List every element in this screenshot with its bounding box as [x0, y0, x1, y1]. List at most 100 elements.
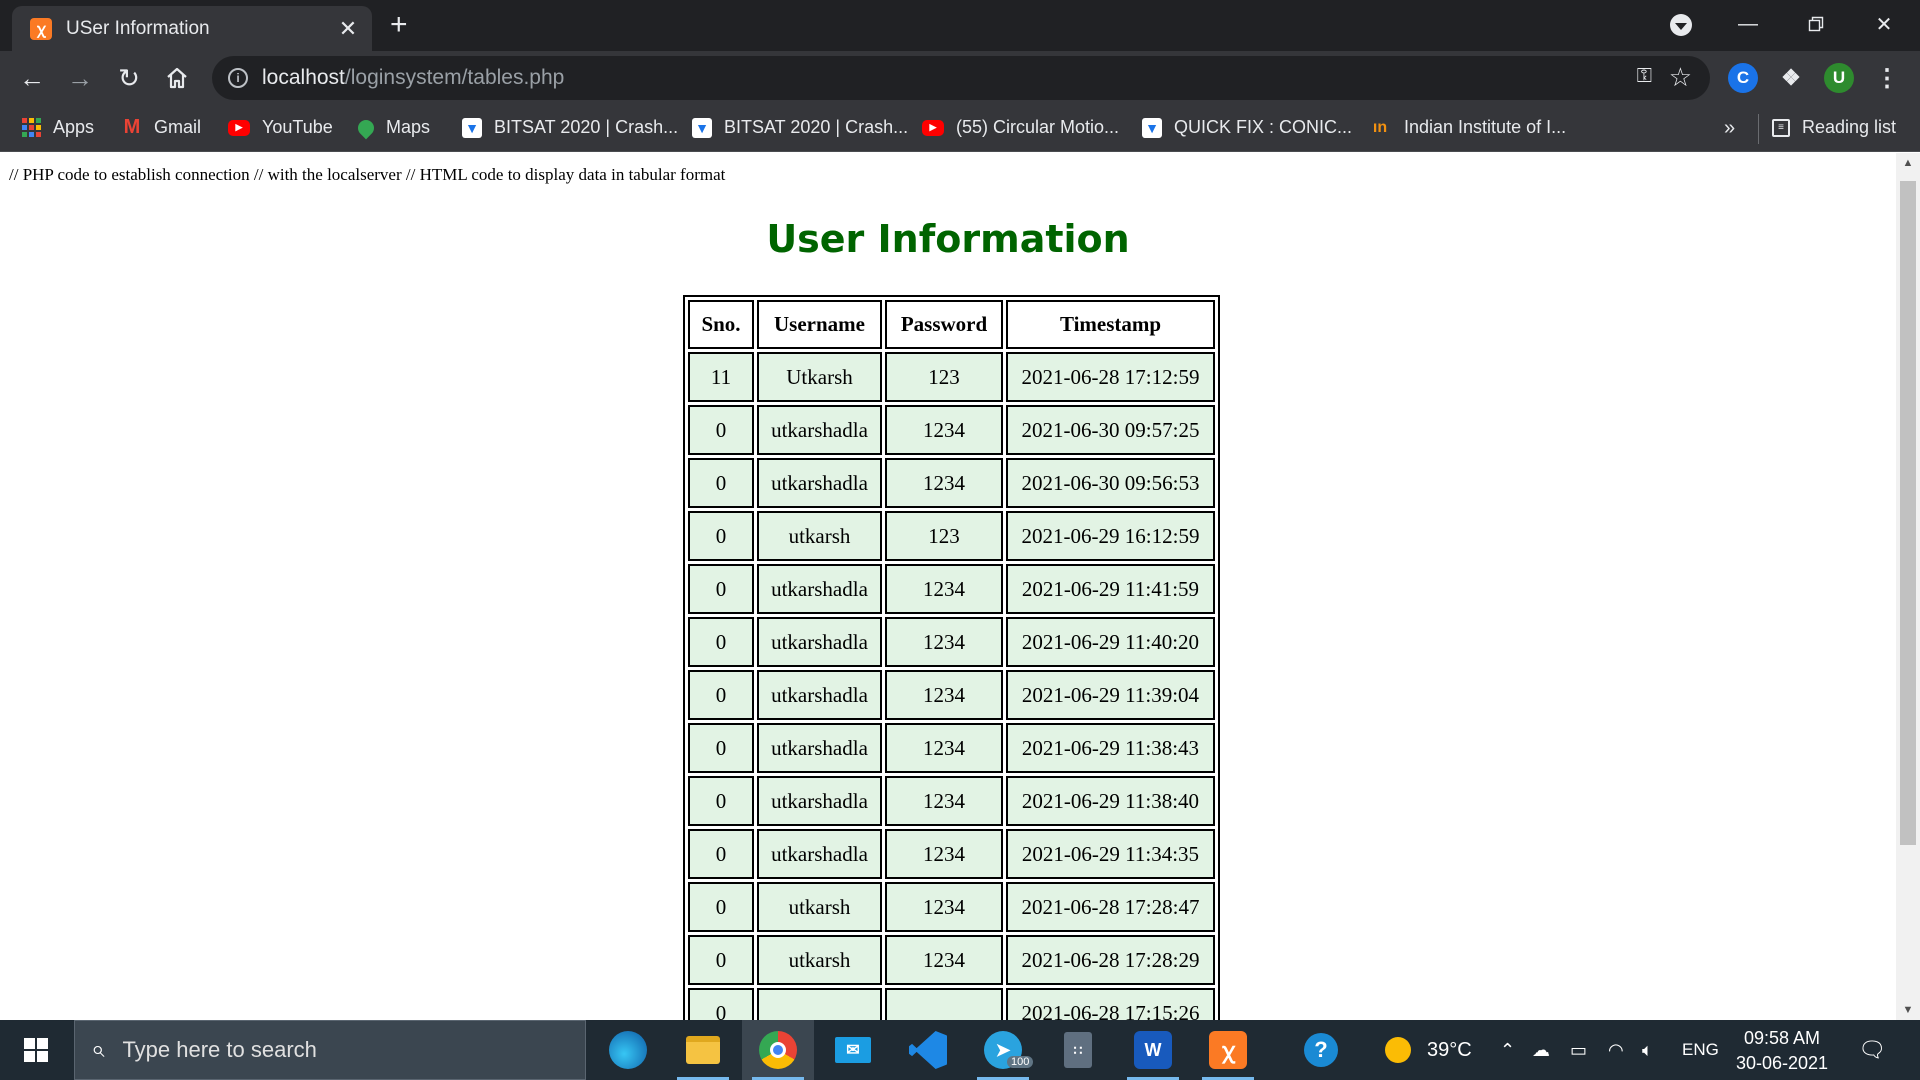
cell-password: 1234	[885, 882, 1003, 932]
tab-search-icon[interactable]	[1670, 14, 1692, 36]
site-info-icon[interactable]: i	[228, 68, 248, 88]
reading-list-button[interactable]: ≡ Reading list	[1772, 117, 1896, 138]
taskbar-search-box[interactable]: ⌕ Type here to search	[74, 1020, 586, 1080]
notifications-icon[interactable]: 🗨︎	[1858, 1020, 1886, 1080]
cell-sno: 0	[688, 670, 754, 720]
key-icon[interactable]: ⚿	[1637, 65, 1652, 88]
taskbar-word[interactable]: W	[1117, 1020, 1189, 1080]
bookmark-label: (55) Circular Motio...	[956, 117, 1120, 137]
taskbar-help[interactable]: ?	[1285, 1020, 1357, 1080]
taskbar-edge[interactable]	[592, 1020, 664, 1080]
cell-username: utkarsh	[757, 935, 882, 985]
mail-icon: ✉	[835, 1037, 871, 1063]
url-path: /loginsystem/tables.php	[344, 66, 565, 89]
cell-username: Utkarsh	[757, 352, 882, 402]
cell-timestamp: 2021-06-28 17:12:59	[1006, 352, 1215, 402]
volume-icon[interactable]: 🔈︎	[1642, 1020, 1653, 1080]
cell-sno: 0	[688, 564, 754, 614]
star-icon[interactable]: ☆	[1669, 62, 1692, 93]
column-header-sno: Sno.	[688, 300, 754, 349]
start-button[interactable]	[0, 1020, 72, 1080]
taskbar-mail[interactable]: ✉	[817, 1020, 889, 1080]
bookmark-quick-fix[interactable]: ▼ QUICK FIX : CONIC...	[1142, 117, 1352, 138]
onedrive-error-icon[interactable]: ☁	[1532, 1020, 1550, 1080]
taskbar-file-explorer[interactable]	[667, 1020, 739, 1080]
minimize-button[interactable]: —	[1718, 6, 1778, 42]
taskbar-xampp[interactable]: ꭓ	[1192, 1020, 1264, 1080]
table-row: 0 utkarshadla 1234 2021-06-29 11:38:43	[688, 723, 1215, 773]
window-close-button[interactable]: ✕	[1854, 6, 1914, 42]
apps-grid-icon	[22, 118, 41, 137]
bookmark-apps[interactable]: Apps	[22, 117, 94, 138]
calculator-icon: ∷	[1064, 1032, 1092, 1068]
reload-icon[interactable]: ↻	[112, 61, 146, 95]
scroll-up-arrow-icon[interactable]: ▲	[1896, 153, 1920, 173]
page-scrollbar[interactable]: ▲ ▼	[1896, 153, 1920, 1020]
address-bar[interactable]: i localhost/loginsystem/tables.php ⚿ ☆	[212, 56, 1710, 100]
home-button[interactable]	[160, 61, 194, 95]
restore-icon	[1808, 16, 1824, 32]
column-header-timestamp: Timestamp	[1006, 300, 1215, 349]
cell-password: 123	[885, 511, 1003, 561]
back-arrow-icon[interactable]: ←	[15, 61, 49, 95]
profile-avatar[interactable]: U	[1824, 63, 1854, 93]
language-indicator[interactable]: ENG	[1682, 1020, 1719, 1080]
bookmark-bitsat-1[interactable]: ▼ BITSAT 2020 | Crash...	[462, 117, 678, 138]
cell-timestamp: 2021-06-29 16:12:59	[1006, 511, 1215, 561]
table-row: 0 utkarshadla 1234 2021-06-29 11:41:59	[688, 564, 1215, 614]
wifi-icon[interactable]: ◠	[1608, 1020, 1624, 1080]
cell-timestamp: 2021-06-28 17:28:29	[1006, 935, 1215, 985]
cell-password: 1234	[885, 564, 1003, 614]
cell-sno: 0	[688, 988, 754, 1020]
taskbar-clock[interactable]: 09:58 AM 30-06-2021	[1728, 1026, 1836, 1076]
xampp-icon: ꭓ	[1209, 1031, 1247, 1069]
bookmark-gmail[interactable]: M Gmail	[122, 116, 201, 138]
bookmark-bitsat-2[interactable]: ▼ BITSAT 2020 | Crash...	[692, 117, 908, 138]
restore-button[interactable]	[1786, 6, 1846, 42]
edge-icon	[609, 1031, 647, 1069]
cell-username: utkarshadla	[757, 564, 882, 614]
taskbar-calculator[interactable]: ∷	[1042, 1020, 1114, 1080]
tray-overflow-chevron-icon[interactable]: ⌃	[1500, 1020, 1515, 1080]
cell-timestamp: 2021-06-30 09:56:53	[1006, 458, 1215, 508]
url-host: localhost	[262, 66, 345, 89]
weather-widget[interactable]: 39°C	[1385, 1020, 1472, 1080]
windows-taskbar: ⌕ Type here to search ✉ ➤ 100 ∷ W ꭓ ? 39…	[0, 1020, 1920, 1080]
php-comment-text: // PHP code to establish connection // w…	[9, 165, 726, 184]
bookmark-circular-motion[interactable]: ▶ (55) Circular Motio...	[922, 117, 1119, 138]
taskbar-telegram[interactable]: ➤ 100	[967, 1020, 1039, 1080]
cell-password: 1234	[885, 405, 1003, 455]
menu-kebab-icon[interactable]: ⋮	[1872, 63, 1902, 93]
extensions-puzzle-icon[interactable]: ❖	[1776, 63, 1806, 93]
reading-list-icon: ≡	[1772, 118, 1790, 137]
taskbar-chrome[interactable]	[742, 1020, 814, 1080]
address-url: localhost/loginsystem/tables.php	[262, 66, 564, 90]
scroll-down-arrow-icon[interactable]: ▼	[1896, 1000, 1920, 1020]
tab-close-icon[interactable]: ✕	[336, 16, 360, 42]
cell-timestamp: 2021-06-29 11:41:59	[1006, 564, 1215, 614]
battery-icon[interactable]: ▭	[1570, 1020, 1587, 1080]
cell-timestamp: 2021-06-30 09:57:25	[1006, 405, 1215, 455]
forward-arrow-icon[interactable]: →	[63, 61, 97, 95]
help-icon: ?	[1304, 1033, 1338, 1067]
taskbar-vscode[interactable]	[892, 1020, 964, 1080]
bookmark-iiit[interactable]: ın Indian Institute of I...	[1368, 117, 1566, 138]
bookmark-maps[interactable]: Maps	[354, 116, 430, 139]
cell-password: 1234	[885, 723, 1003, 773]
chrome-icon	[759, 1031, 797, 1069]
page-title: User Information	[766, 217, 1130, 261]
folder-icon	[686, 1036, 720, 1064]
new-tab-button[interactable]: +	[390, 8, 408, 42]
browser-tab[interactable]: ꭓ USer Information ✕	[12, 6, 372, 51]
scrollbar-thumb[interactable]	[1900, 181, 1916, 845]
column-header-password: Password	[885, 300, 1003, 349]
bookmarks-bar: Apps M Gmail ▶ YouTube Maps ▼ BITSAT 202…	[0, 105, 1920, 152]
clock-time: 09:58 AM	[1743, 1028, 1821, 1048]
bookmark-youtube[interactable]: ▶ YouTube	[228, 117, 333, 138]
more-bookmarks-chevron[interactable]: »	[1724, 117, 1735, 140]
cell-username: utkarshadla	[757, 723, 882, 773]
bookmark-site-icon: ▼	[462, 117, 482, 138]
bookmark-site-icon: ▼	[692, 117, 712, 138]
cell-username: utkarsh	[757, 511, 882, 561]
extension-c-icon[interactable]: C	[1728, 63, 1758, 93]
